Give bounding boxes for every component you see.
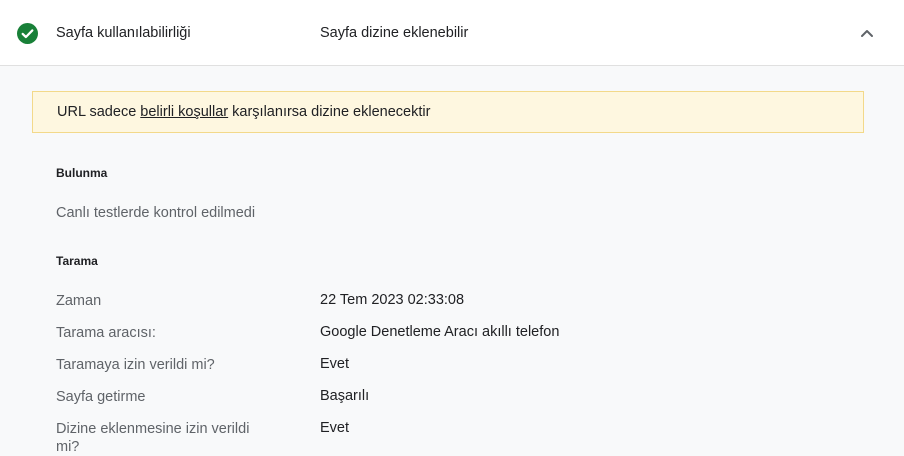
section-label: Sayfa kullanılabilirliği [56, 25, 191, 41]
crawl-time-value: 22 Tem 2023 02:33:08 [320, 292, 465, 308]
crawler-value: Google Denetleme Aracı akıllı telefon [320, 324, 560, 340]
discovery-heading: Bulunma [56, 166, 108, 180]
banner-prefix: URL sadece [57, 104, 141, 120]
indexing-condition-banner: URL sadece belirli koşullar karşılanırsa… [32, 91, 864, 133]
crawl-time-label: Zaman [56, 293, 102, 309]
check-circle-icon [17, 23, 38, 44]
indexing-allowed-value: Evet [320, 420, 350, 436]
crawl-allowed-value: Evet [320, 356, 350, 372]
banner-suffix: karşılanırsa dizine eklenecektir [228, 104, 431, 120]
crawl-heading: Tarama [56, 254, 98, 268]
crawler-label: Tarama aracısı: [56, 325, 156, 341]
banner-text: URL sadece belirli koşullar karşılanırsa… [57, 104, 430, 120]
page-availability-header[interactable]: Sayfa kullanılabilirliği Sayfa dizine ek… [0, 0, 904, 66]
indexing-allowed-label: Dizine eklenmesine izin verildi mi? [56, 421, 250, 455]
page-fetch-value: Başarılı [320, 388, 370, 404]
section-status: Sayfa dizine eklenebilir [320, 25, 469, 41]
page-fetch-label: Sayfa getirme [56, 389, 146, 405]
chevron-up-icon[interactable] [858, 27, 876, 39]
crawl-allowed-label: Taramaya izin verildi mi? [56, 357, 215, 373]
discovery-note: Canlı testlerde kontrol edilmedi [56, 205, 256, 221]
certain-conditions-link[interactable]: belirli koşullar [140, 104, 228, 120]
